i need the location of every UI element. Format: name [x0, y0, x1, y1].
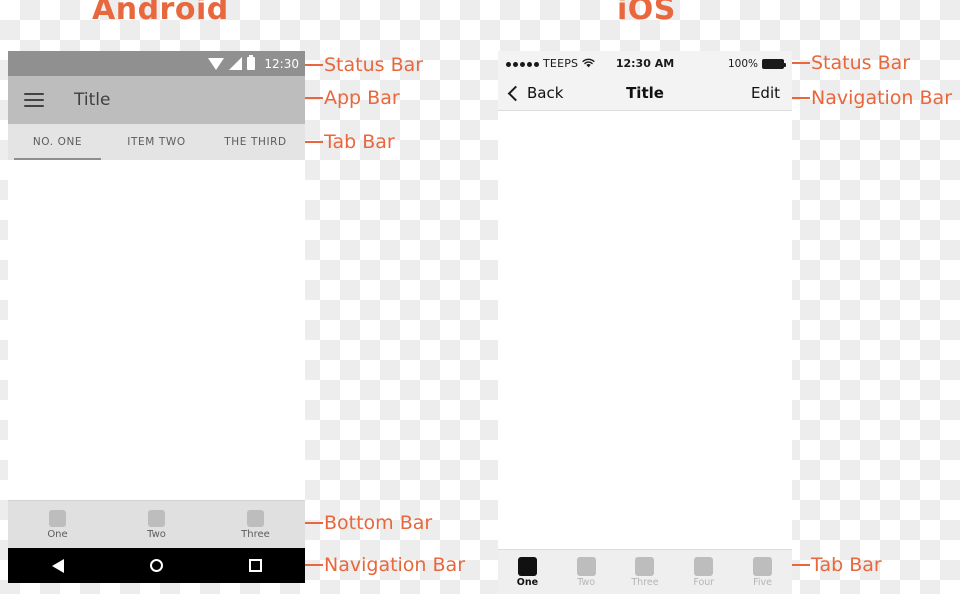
ios-tab-item-3-icon [635, 556, 655, 576]
android-tab-1-label: NO. ONE [32, 136, 83, 148]
ios-edit-label: Edit [750, 84, 781, 102]
android-bottom-item-3-label: Three [241, 528, 270, 540]
android-status-time: 12:30 [264, 56, 299, 71]
chevron-left-icon [507, 85, 524, 102]
android-tab-2[interactable]: ITEM TWO [107, 124, 206, 160]
ios-tab-item-3[interactable]: Three [616, 556, 675, 588]
hamburger-menu-icon[interactable] [24, 93, 44, 107]
android-recents-button[interactable] [206, 559, 305, 572]
ios-tab-item-5[interactable]: Five [733, 556, 792, 588]
ios-carrier-label: TEEPS [543, 57, 579, 70]
android-bottom-item-1-label: One [47, 528, 68, 540]
android-status-icons: 12:30 [208, 55, 299, 71]
ios-edit-button[interactable]: Edit [664, 85, 780, 102]
ios-tab-item-3-label: Three [631, 576, 659, 588]
ios-tab-item-1-label: One [516, 576, 539, 588]
android-navigation-bar [8, 548, 305, 583]
android-tab-3[interactable]: THE THIRD [206, 124, 305, 160]
annotation-ios-tab-bar: Tab Bar [792, 554, 882, 576]
recents-icon [249, 559, 262, 572]
ios-tab-item-5-label: Five [753, 576, 773, 588]
android-bottom-item-2-icon [148, 509, 165, 527]
ios-status-right: 100% [674, 58, 786, 70]
android-app-bar: Title [8, 76, 305, 124]
android-bottom-bar: One Two Three [8, 500, 305, 548]
annotation-label: Navigation Bar [811, 87, 953, 109]
android-bottom-item-3[interactable]: Three [206, 509, 305, 540]
android-tab-bar: NO. ONE ITEM TWO THE THIRD [8, 124, 305, 160]
ios-tab-item-1-icon [517, 556, 537, 576]
annotation-label: Status Bar [324, 54, 424, 76]
annotation-label: Tab Bar [324, 131, 395, 153]
page-title-ios: iOS [617, 0, 676, 27]
ios-tab-item-4[interactable]: Four [674, 556, 733, 588]
annotation-android-app-bar: App Bar [305, 87, 400, 109]
back-icon [51, 558, 64, 573]
leader-line [792, 62, 810, 64]
ios-phone-mockup: TEEPS 12:30 AM 100% Back Title Edit One … [498, 51, 792, 594]
annotation-android-navigation-bar: Navigation Bar [305, 554, 465, 576]
ios-nav-title: Title [626, 84, 664, 102]
battery-icon [762, 59, 786, 69]
android-bottom-item-1[interactable]: One [8, 509, 107, 540]
battery-icon [247, 55, 256, 70]
ios-tab-item-2-icon [576, 556, 596, 576]
signal-icon [229, 57, 243, 70]
android-tab-1[interactable]: NO. ONE [8, 124, 107, 160]
ios-navigation-bar: Back Title Edit [498, 77, 792, 111]
android-bottom-item-3-icon [247, 509, 264, 527]
annotation-label: Navigation Bar [324, 554, 466, 576]
android-home-button[interactable] [107, 559, 206, 572]
annotation-label: Tab Bar [811, 554, 882, 576]
annotation-label: Bottom Bar [324, 512, 433, 534]
android-status-bar: 12:30 [8, 51, 305, 76]
ios-tab-item-2[interactable]: Two [557, 556, 616, 588]
android-bottom-item-1-icon [49, 509, 66, 527]
leader-line [792, 97, 810, 99]
ios-back-label: Back [527, 84, 564, 102]
leader-line [792, 564, 810, 566]
android-back-button[interactable] [8, 558, 107, 573]
annotation-ios-navigation-bar: Navigation Bar [792, 87, 952, 109]
leader-line [305, 64, 323, 66]
android-tab-3-label: THE THIRD [224, 136, 287, 148]
annotation-label: App Bar [324, 87, 400, 109]
android-tab-2-label: ITEM TWO [127, 136, 186, 148]
ios-content-area [498, 111, 792, 549]
leader-line [305, 141, 323, 143]
annotation-ios-status-bar: Status Bar [792, 52, 910, 74]
ios-back-button[interactable]: Back [507, 84, 626, 102]
wifi-icon [582, 58, 595, 71]
ios-tab-item-5-icon [753, 556, 773, 576]
ios-battery-percent: 100% [727, 58, 758, 70]
wifi-icon [208, 57, 225, 70]
ios-tab-item-2-label: Two [577, 576, 596, 588]
android-phone-mockup: 12:30 Title NO. ONE ITEM TWO THE THIRD O… [8, 51, 305, 583]
android-bottom-item-2[interactable]: Two [107, 509, 206, 540]
ios-tab-item-1[interactable]: One [498, 556, 557, 588]
android-bottom-item-2-label: Two [147, 528, 166, 540]
annotation-android-tab-bar: Tab Bar [305, 131, 395, 153]
page-title-android: Android [92, 0, 229, 27]
ios-tab-item-4-label: Four [693, 576, 715, 588]
annotation-android-status-bar: Status Bar [305, 54, 423, 76]
leader-line [305, 97, 323, 99]
leader-line [305, 522, 323, 524]
ios-status-bar: TEEPS 12:30 AM 100% [498, 51, 792, 77]
android-app-bar-title: Title [74, 90, 111, 110]
ios-status-time: 12:30 AM [615, 57, 675, 70]
leader-line [305, 564, 323, 566]
ios-status-left: TEEPS [506, 58, 616, 71]
signal-dots-icon [506, 61, 539, 67]
annotation-android-bottom-bar: Bottom Bar [305, 512, 432, 534]
ios-tab-bar: One Two Three Four Five [498, 549, 792, 594]
android-content-area [8, 160, 305, 500]
ios-tab-item-4-icon [694, 556, 714, 576]
home-icon [150, 559, 163, 572]
annotation-label: Status Bar [811, 52, 911, 74]
